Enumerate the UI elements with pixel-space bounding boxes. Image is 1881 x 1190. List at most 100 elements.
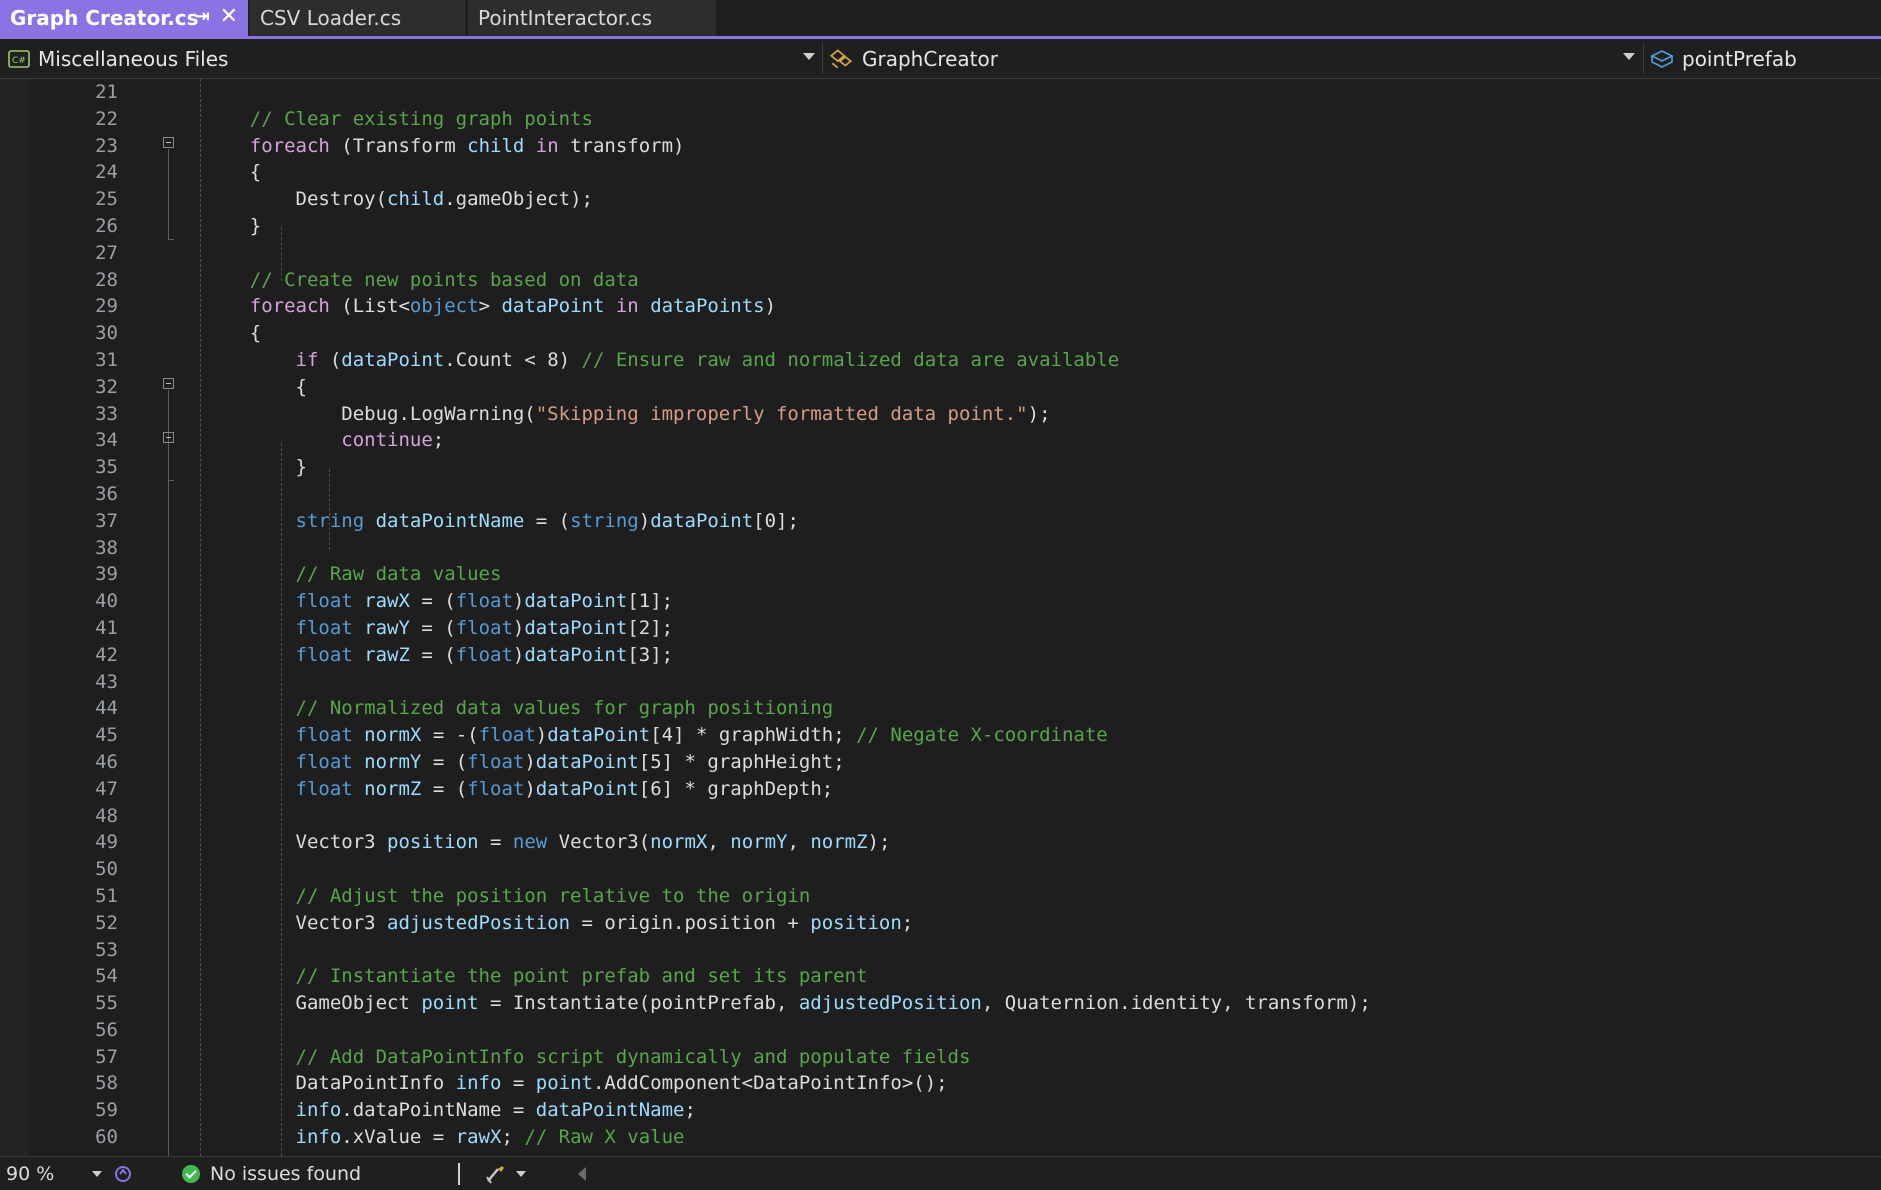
code-line[interactable]: float rawX = (float)dataPoint[1]; [204,588,1371,615]
code-line[interactable]: float normY = (float)dataPoint[5] * grap… [204,749,1371,776]
code-line[interactable]: // Adjust the position relative to the o… [204,883,1371,910]
line-number: 39 [95,563,118,586]
code-line[interactable]: float rawY = (float)dataPoint[2]; [204,615,1371,642]
tab-point-interactor[interactable]: PointInteractor.cs [468,0,716,36]
code-token: = ( [409,616,456,639]
code-line[interactable]: } [204,213,1371,240]
pin-icon[interactable]: ⇥ [195,6,210,27]
code-line[interactable]: // Normalized data values for graph posi… [204,695,1371,722]
code-line[interactable]: string dataPointName = (string)dataPoint… [204,508,1371,535]
code-token: [2]; [627,616,674,639]
code-line[interactable]: { [204,374,1371,401]
type-dropdown[interactable]: GraphCreator [828,39,1638,78]
intellicode-icon[interactable] [112,1157,134,1190]
code-line[interactable] [204,1017,1371,1044]
line-number: 24 [95,161,118,184]
code-line[interactable]: { [204,159,1371,186]
code-token: ) [535,724,548,747]
project-dropdown-label: Miscellaneous Files [38,46,229,71]
code-token: dataPoint [501,295,605,318]
tab-graph-creator[interactable]: Graph Creator.cs ⇥ ✕ [0,0,248,36]
code-token: rawX [364,590,410,613]
line-number: 29 [95,295,118,318]
code-line[interactable] [204,803,1371,830]
code-token: point [421,992,479,1015]
tab-label: CSV Loader.cs [260,6,402,30]
code-line[interactable]: continue; [204,427,1371,454]
code-line[interactable]: float rawZ = (float)dataPoint[3]; [204,642,1371,669]
code-line[interactable]: Vector3 adjustedPosition = origin.positi… [204,910,1371,937]
chevron-down-icon [1623,53,1635,60]
code-cleanup-button[interactable] [484,1157,526,1190]
line-number: 49 [95,831,118,854]
code-line[interactable]: { [204,320,1371,347]
code-line[interactable]: // Create new points based on data [204,267,1371,294]
code-line[interactable] [204,669,1371,696]
code-token: adjustedPosition [387,911,571,934]
line-number: 37 [95,509,118,532]
scroll-left-button[interactable] [578,1157,586,1190]
code-token: // Negate X-coordinate [856,724,1108,747]
code-token: Debug.LogWarning( [204,402,536,425]
line-number: 56 [95,1018,118,1041]
code-line[interactable]: info.dataPointName = dataPointName; [204,1097,1371,1124]
code-editor[interactable]: 21 22 23 24 25 26 27 28 29 30 31 32 33 34 35 36 37 38 39 40… [0,79,1881,1156]
code-line[interactable] [204,937,1371,964]
code-line[interactable]: foreach (Transform child in transform) [204,133,1371,160]
project-dropdown[interactable]: C# Miscellaneous Files [8,39,815,78]
code-line[interactable]: Destroy(child.gameObject); [204,186,1371,213]
line-number: 34 [95,429,118,452]
divider [822,43,823,74]
line-number: 51 [95,884,118,907]
code-line[interactable]: if (dataPoint.Count < 8) // Ensure raw a… [204,347,1371,374]
code-token: float [295,590,353,613]
chevron-down-icon [803,53,815,60]
fold-end [168,239,174,240]
collapse-icon[interactable] [163,378,174,389]
code-token: ; [901,911,914,934]
code-line[interactable] [204,79,1371,106]
collapse-icon[interactable] [163,432,174,443]
code-line[interactable]: float normZ = (float)dataPoint[6] * grap… [204,776,1371,803]
code-token: dataPoint [535,777,639,800]
code-line[interactable] [204,481,1371,508]
line-number: 53 [95,938,118,961]
line-number: 46 [95,750,118,773]
code-token: = ( [409,590,456,613]
code-line[interactable]: float normX = -(float)dataPoint[4] * gra… [204,722,1371,749]
zoom-dropdown[interactable]: 90 % [6,1157,103,1190]
code-line[interactable]: // Clear existing graph points [204,106,1371,133]
collapse-icon[interactable] [163,137,174,148]
code-line[interactable] [204,535,1371,562]
svg-text:C#: C# [12,56,26,66]
code-text[interactable]: // Clear existing graph points foreach (… [204,79,1371,1151]
code-token: float [467,750,525,773]
code-line[interactable]: } [204,454,1371,481]
code-token: // Clear existing graph points [204,107,593,130]
code-line[interactable] [204,856,1371,883]
code-line[interactable]: GameObject point = Instantiate(pointPref… [204,990,1371,1017]
tab-csv-loader[interactable]: CSV Loader.cs [250,0,465,36]
code-line[interactable]: // Instantiate the point prefab and set … [204,963,1371,990]
code-line[interactable]: foreach (List<object> dataPoint in dataP… [204,293,1371,320]
code-line[interactable]: info.xValue = rawX; // Raw X value [204,1124,1371,1151]
code-line[interactable]: // Add DataPointInfo script dynamically … [204,1044,1371,1071]
close-icon[interactable]: ✕ [220,4,238,29]
code-line[interactable]: Vector3 position = new Vector3(normX, no… [204,829,1371,856]
line-number: 58 [95,1072,118,1095]
member-dropdown[interactable]: pointPrefab [1650,39,1881,78]
line-number: 40 [95,590,118,613]
tab-label: PointInteractor.cs [478,6,653,30]
code-token: dataPoints [650,295,765,318]
error-list-status[interactable]: No issues found [182,1157,361,1190]
code-line[interactable]: Debug.LogWarning("Skipping improperly fo… [204,401,1371,428]
code-line[interactable]: DataPointInfo info = point.AddComponent<… [204,1070,1371,1097]
code-token: continue [341,429,433,452]
code-line[interactable]: // Raw data values [204,561,1371,588]
code-line[interactable] [204,240,1371,267]
